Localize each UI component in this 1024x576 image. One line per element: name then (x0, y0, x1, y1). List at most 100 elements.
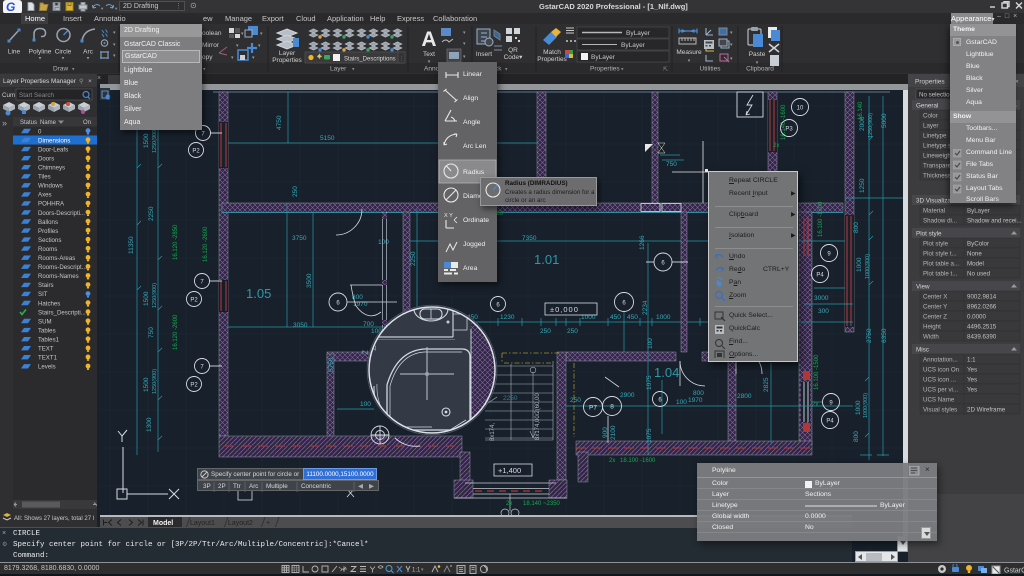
svg-text:Align: Align (463, 95, 478, 102)
svg-text:Chimneys: Chimneys (38, 165, 65, 172)
svg-text:ByLayer: ByLayer (626, 30, 651, 37)
svg-text:16.140: 16.140 (858, 101, 864, 120)
svg-text:250: 250 (567, 328, 578, 335)
svg-text:P4: P4 (816, 273, 824, 279)
svg-text:1500: 1500 (143, 377, 150, 392)
svg-text:2x: 2x (609, 458, 615, 464)
svg-text:18.140 ~2350: 18.140 ~2350 (523, 501, 561, 507)
svg-text:Text: Text (423, 51, 435, 58)
svg-text:Center Z: Center Z (923, 313, 947, 320)
svg-text:P2: P2 (192, 149, 200, 155)
svg-text:1250(900): 1250(900) (152, 369, 158, 394)
svg-text:⚲: ⚲ (79, 78, 83, 85)
svg-text:Yes: Yes (967, 376, 977, 383)
svg-text:1500: 1500 (143, 133, 150, 148)
svg-text:450: 450 (627, 314, 638, 321)
svg-text:±0,000: ±0,000 (550, 305, 579, 314)
svg-text:16.120 -2600: 16.120 -2600 (173, 314, 179, 350)
svg-text:Mirror: Mirror (202, 42, 220, 49)
svg-text:▾: ▾ (101, 6, 104, 11)
svg-text:Rooms-Descript...: Rooms-Descript... (38, 264, 87, 271)
svg-text:250: 250 (292, 186, 299, 197)
svg-text:Plot style t...: Plot style t... (923, 250, 957, 257)
svg-text:»: » (2, 118, 7, 128)
svg-text:Width: Width (923, 333, 939, 340)
svg-text:Name: Name (40, 120, 57, 126)
svg-text:oolean: oolean (202, 30, 222, 37)
svg-text:8439.6390: 8439.6390 (967, 333, 997, 340)
svg-text:Arc Len: Arc Len (463, 143, 487, 150)
svg-text:QR: QR (508, 47, 518, 54)
svg-text:A: A (421, 28, 436, 51)
svg-text:Utilities: Utilities (700, 66, 722, 73)
svg-text:Sections: Sections (38, 237, 61, 244)
svg-text:Levels: Levels (38, 364, 56, 371)
svg-text:Linetype: Linetype (923, 132, 947, 139)
svg-text:P2: P2 (190, 383, 198, 389)
svg-text:1075: 1075 (646, 428, 653, 443)
svg-text:1000: 1000 (656, 314, 671, 321)
svg-text:2: 2 (360, 350, 370, 355)
svg-text:2900: 2900 (620, 392, 635, 399)
svg-text:⋮: ⋮ (399, 56, 404, 62)
svg-text:UCS icon On: UCS icon On (923, 366, 960, 373)
svg-text:No selection: No selection (919, 92, 954, 99)
svg-text:Windows: Windows (38, 183, 63, 190)
svg-text:4750: 4750 (276, 115, 283, 130)
svg-text:P7: P7 (589, 405, 597, 412)
svg-text:16.120 -2850: 16.120 -2850 (173, 224, 179, 260)
svg-text:9002.9814: 9002.9814 (967, 293, 997, 300)
svg-text:1000(900): 1000(900) (865, 254, 871, 279)
svg-text:Doors-Descripti...: Doors-Descripti... (38, 210, 85, 217)
svg-text:ByLayer: ByLayer (967, 207, 990, 214)
svg-text:Tiles: Tiles (38, 174, 51, 181)
svg-text:⇱: ⇱ (663, 66, 668, 73)
svg-text:4496.2515: 4496.2515 (967, 323, 997, 330)
svg-text:1000(900): 1000(900) (863, 393, 869, 418)
svg-text:Yes: Yes (967, 386, 977, 393)
svg-text:16.100 -1500: 16.100 -1500 (818, 201, 824, 237)
svg-text:Measure: Measure (676, 49, 702, 56)
svg-text:100: 100 (676, 399, 687, 406)
svg-text:Stairs: Stairs (38, 282, 54, 289)
svg-text:1000: 1000 (855, 400, 862, 415)
svg-text:Rooms-Names: Rooms-Names (38, 273, 79, 280)
svg-text:Properties: Properties (590, 66, 620, 73)
svg-text:P2: P2 (190, 298, 198, 304)
svg-text:Center Y: Center Y (923, 303, 947, 310)
svg-text:ByColor: ByColor (967, 240, 989, 247)
svg-text:On: On (83, 120, 91, 126)
svg-text:1500: 1500 (143, 291, 150, 306)
svg-text:2800: 2800 (737, 393, 752, 400)
svg-text:2825: 2825 (763, 377, 770, 392)
svg-text:800: 800 (853, 431, 860, 442)
svg-text:Ordinate: Ordinate (463, 217, 489, 224)
svg-text:Plot table a...: Plot table a... (923, 260, 959, 267)
svg-text:1.05: 1.05 (246, 286, 271, 301)
svg-text:Layer: Layer (279, 50, 296, 57)
svg-text:Rooms-Areas: Rooms-Areas (38, 255, 75, 262)
svg-text:Annotation...: Annotation... (923, 356, 958, 363)
svg-text:X Y: X Y (444, 213, 453, 219)
svg-text:None: None (967, 250, 982, 257)
svg-text:16.100 -1500: 16.100 -1500 (814, 354, 820, 390)
svg-text:Start Search: Start Search (19, 92, 54, 99)
svg-text:8: 8 (610, 404, 614, 411)
svg-text:+1,400: +1,400 (498, 466, 521, 475)
svg-text:Cum: Cum (2, 92, 15, 99)
svg-text:3000: 3000 (814, 295, 829, 302)
svg-text:Jogged: Jogged (463, 241, 486, 248)
svg-text:11350: 11350 (128, 236, 135, 254)
svg-text:8962.0266: 8962.0266 (967, 303, 997, 310)
svg-text:Visual styles: Visual styles (923, 406, 957, 413)
svg-text:Polyline: Polyline (29, 49, 52, 56)
svg-text:Paste: Paste (749, 51, 766, 58)
svg-text:800: 800 (853, 222, 860, 233)
svg-text:Rooms: Rooms (38, 246, 57, 253)
svg-text:18.100 -1600: 18.100 -1600 (620, 458, 656, 464)
svg-text:Draw: Draw (53, 66, 68, 73)
svg-text:Angle: Angle (463, 119, 481, 126)
svg-text:2x: 2x (812, 402, 818, 408)
svg-text:1:1: 1:1 (967, 356, 976, 363)
svg-text:2234: 2234 (642, 300, 649, 315)
